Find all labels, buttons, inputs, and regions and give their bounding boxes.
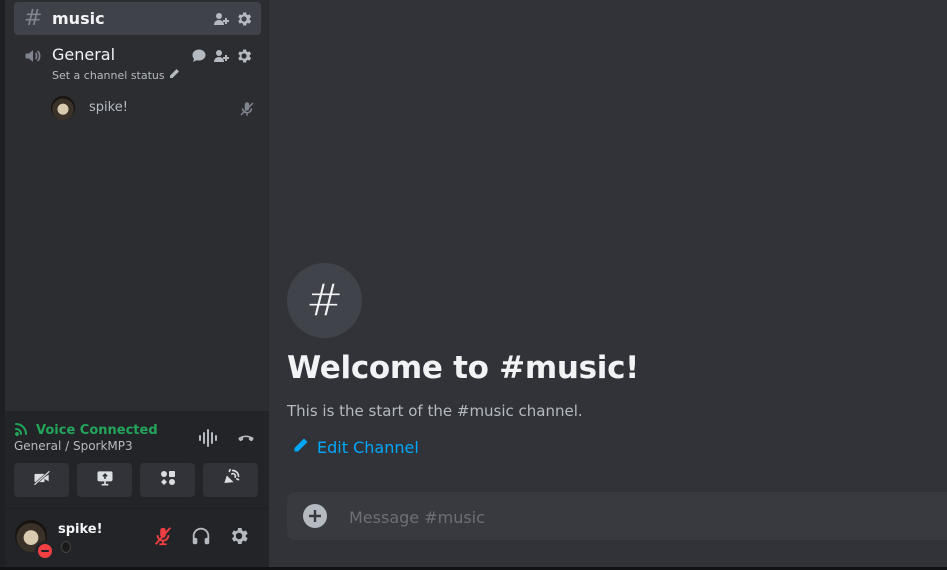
- user-settings-button[interactable]: [226, 525, 252, 551]
- deafen-button[interactable]: [188, 525, 214, 551]
- text-channel-icon: #: [24, 6, 43, 31]
- camera-off-button[interactable]: [14, 463, 69, 497]
- screen-share-icon: [94, 468, 116, 492]
- noise-suppression-icon[interactable]: [198, 428, 218, 452]
- user-panel: spike!: [5, 509, 269, 567]
- avatar: [51, 96, 75, 120]
- attach-plus-button[interactable]: [303, 504, 327, 528]
- activities-icon: [158, 468, 178, 492]
- voice-user-name: spike!: [89, 100, 128, 115]
- hash-icon: #: [306, 275, 343, 326]
- disconnect-phone-icon[interactable]: [235, 428, 257, 452]
- channel-sidebar: # music General Set a channel status spi…: [5, 0, 269, 570]
- dnd-status-icon: [35, 541, 55, 561]
- plus-icon: [309, 510, 321, 522]
- soundboard-icon: [220, 468, 242, 492]
- mic-muted-icon: [152, 525, 174, 551]
- mute-button[interactable]: [150, 525, 176, 551]
- headphones-icon: [190, 525, 212, 551]
- invite-people-icon[interactable]: [213, 11, 229, 31]
- speaker-icon: [23, 46, 43, 70]
- welcome-subtitle: This is the start of the #music channel.: [287, 402, 583, 420]
- chat-area: # Welcome to #music! This is the start o…: [269, 0, 947, 570]
- chat-bubble-icon[interactable]: [191, 48, 207, 68]
- voice-status[interactable]: Voice Connected: [14, 420, 158, 440]
- voice-status-text: Voice Connected: [36, 422, 158, 438]
- channel-hash-avatar: #: [287, 263, 362, 338]
- edit-channel-label: Edit Channel: [317, 437, 419, 457]
- voice-location[interactable]: General / SporkMP3: [14, 439, 133, 453]
- message-input[interactable]: [347, 492, 941, 542]
- screen-share-button[interactable]: [77, 463, 132, 497]
- activities-button[interactable]: [140, 463, 195, 497]
- message-composer: [287, 492, 947, 542]
- pencil-icon: [169, 68, 180, 82]
- username[interactable]: spike!: [58, 522, 103, 537]
- activity-icon: [61, 541, 71, 553]
- channel-music[interactable]: # music: [14, 2, 261, 35]
- camera-off-icon: [31, 468, 53, 492]
- mic-muted-icon: [238, 100, 256, 122]
- pencil-icon: [293, 437, 309, 457]
- channel-name: General: [52, 45, 116, 64]
- channel-status-text: Set a channel status: [52, 68, 165, 82]
- voice-user[interactable]: spike!: [51, 96, 256, 122]
- channel-settings-gear-icon[interactable]: [235, 10, 253, 32]
- invite-people-icon[interactable]: [213, 48, 229, 68]
- voice-connection-panel: Voice Connected General / SporkMP3: [5, 411, 269, 509]
- channel-name: music: [52, 9, 105, 28]
- signal-icon: [14, 420, 30, 440]
- channel-settings-gear-icon[interactable]: [235, 47, 253, 69]
- channel-general-voice[interactable]: General Set a channel status: [14, 40, 261, 90]
- channel-status[interactable]: Set a channel status: [52, 68, 180, 82]
- soundboard-button[interactable]: [203, 463, 258, 497]
- edit-channel-link[interactable]: Edit Channel: [293, 437, 419, 457]
- gear-icon: [228, 525, 250, 551]
- welcome-title: Welcome to #music!: [287, 350, 639, 386]
